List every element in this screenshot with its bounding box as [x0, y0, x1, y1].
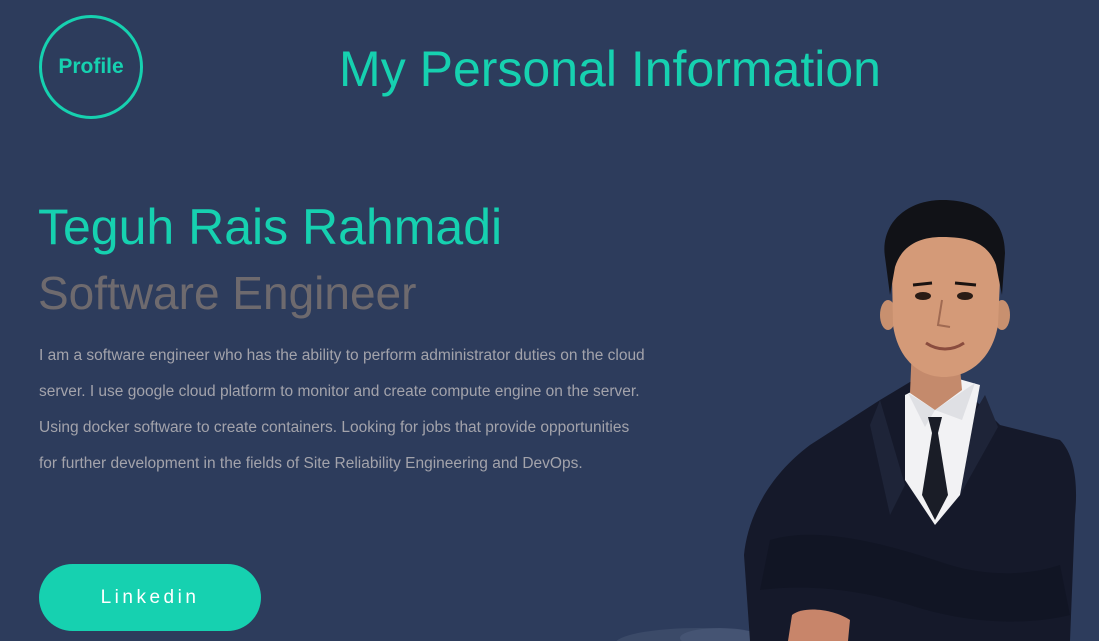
page-title: My Personal Information [339, 41, 881, 97]
profile-badge[interactable]: Profile [39, 15, 143, 119]
profile-badge-label: Profile [58, 55, 124, 78]
job-title: Software Engineer [38, 267, 417, 319]
linkedin-button[interactable]: Linkedin [39, 564, 261, 631]
bio-text: I am a software engineer who has the abi… [39, 347, 645, 472]
linkedin-button-label: Linkedin [100, 586, 200, 608]
person-name: Teguh Rais Rahmadi [38, 199, 503, 255]
portrait-photo [744, 199, 1077, 641]
